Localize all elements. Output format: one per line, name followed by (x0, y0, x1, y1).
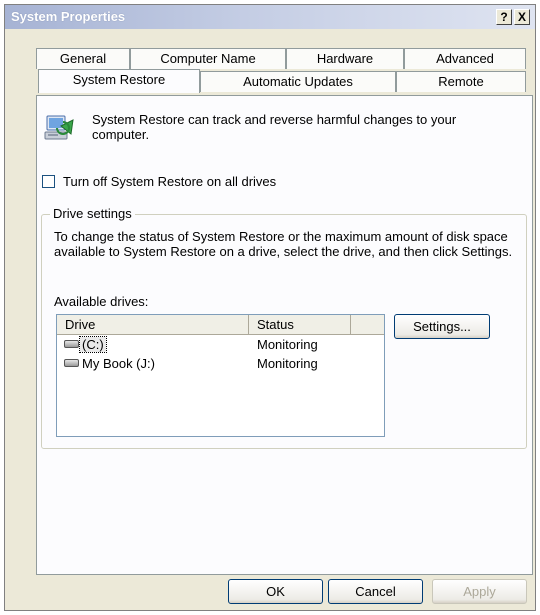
drive-name: (C:) (79, 336, 107, 353)
tab-system-restore[interactable]: System Restore (38, 69, 200, 93)
system-restore-panel: System Restore can track and reverse har… (36, 95, 533, 575)
turn-off-restore-checkbox[interactable] (42, 175, 55, 188)
hard-drive-icon (64, 359, 79, 367)
hard-drive-icon (64, 340, 79, 348)
system-restore-icon (44, 115, 74, 140)
drive-name: My Book (J:) (82, 356, 155, 371)
tab-remote[interactable]: Remote (396, 71, 526, 92)
ok-button[interactable]: OK (228, 579, 323, 604)
drives-list-header: Drive Status (57, 315, 384, 335)
turn-off-restore-label[interactable]: Turn off System Restore on all drives (63, 174, 276, 189)
column-drive[interactable]: Drive (57, 315, 249, 335)
drive-settings-title: Drive settings (50, 206, 135, 221)
intro-text: System Restore can track and reverse har… (92, 112, 457, 142)
column-empty[interactable] (351, 315, 384, 335)
drive-status: Monitoring (257, 356, 318, 371)
drive-settings-description: To change the status of System Restore o… (54, 229, 513, 259)
tab-advanced[interactable]: Advanced (404, 48, 526, 69)
system-properties-window: System Properties ? X General Computer N… (4, 4, 536, 611)
cancel-button[interactable]: Cancel (328, 579, 423, 604)
available-drives-label: Available drives: (54, 294, 149, 309)
drive-status: Monitoring (257, 337, 318, 352)
drive-row-c[interactable]: (C:) Monitoring (57, 336, 384, 354)
drive-row-j[interactable]: My Book (J:) Monitoring (57, 355, 384, 373)
column-status[interactable]: Status (249, 315, 351, 335)
close-button[interactable]: X (514, 9, 530, 25)
apply-button[interactable]: Apply (432, 579, 527, 604)
settings-button[interactable]: Settings... (394, 314, 490, 339)
tab-computer-name[interactable]: Computer Name (130, 48, 286, 69)
help-button[interactable]: ? (496, 9, 512, 25)
tab-general[interactable]: General (36, 48, 130, 69)
window-title: System Properties (11, 9, 126, 24)
drives-list[interactable]: Drive Status (C:) Monitoring My Book (J:… (56, 314, 385, 437)
title-bar[interactable]: System Properties ? X (5, 5, 535, 29)
tab-hardware[interactable]: Hardware (286, 48, 404, 69)
drive-settings-group: Drive settings To change the status of S… (41, 206, 527, 449)
tab-automatic-updates[interactable]: Automatic Updates (200, 71, 396, 92)
